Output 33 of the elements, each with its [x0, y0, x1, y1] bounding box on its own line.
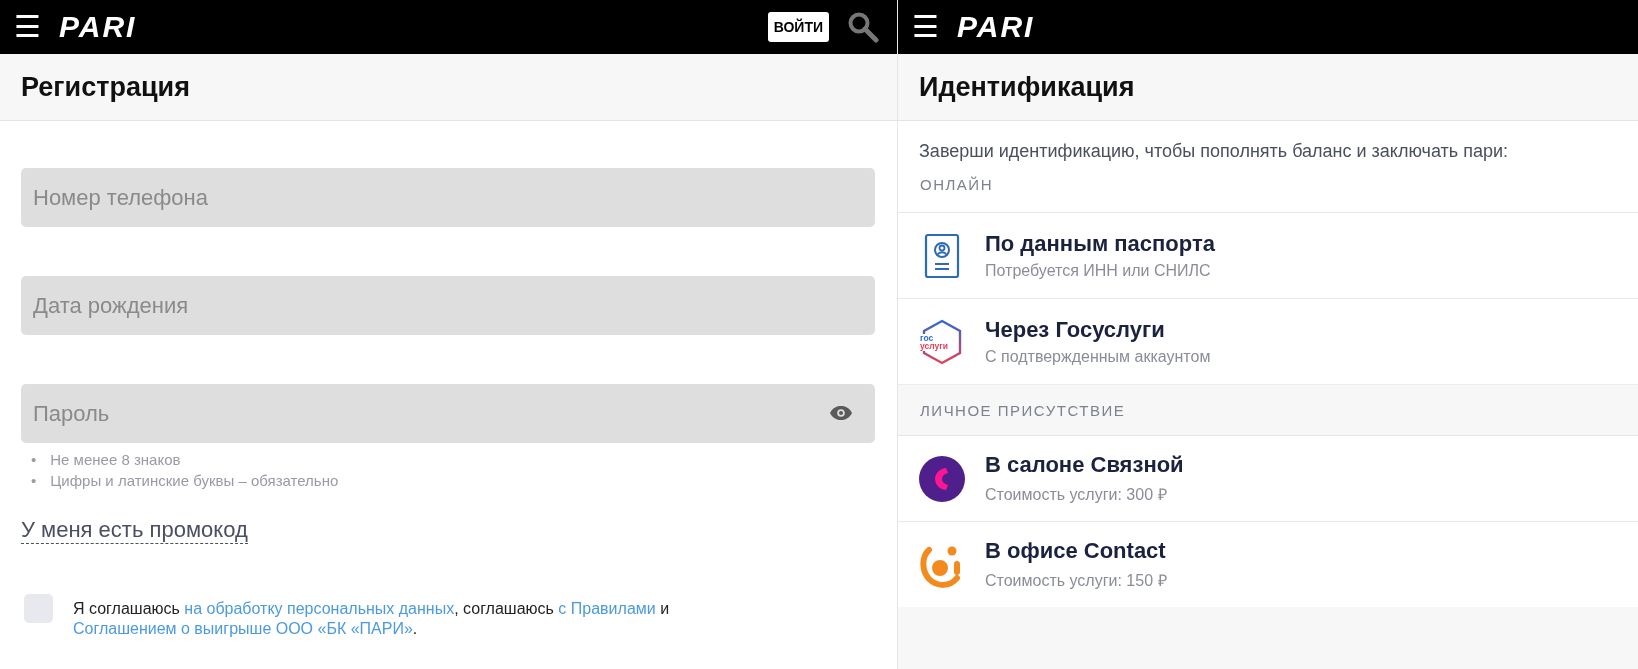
logo[interactable]: PARI [957, 11, 1035, 43]
section-heading: ЛИЧНОЕ ПРИСУТСТВИЕ [920, 401, 1126, 419]
input-field[interactable]: Дата рождения [21, 276, 875, 335]
password-hint: Цифры и латинские буквы – обязательно [50, 471, 339, 491]
menu-button[interactable]: ☰ [14, 12, 41, 42]
eye-icon[interactable] [829, 405, 853, 421]
search-icon[interactable] [847, 11, 879, 43]
menu-button[interactable]: ☰ [912, 12, 939, 42]
page-title: Идентификация [919, 71, 1135, 103]
method-title: По данным паспорта [985, 231, 1215, 257]
method-item[interactable]: По данным паспорта Потребуется ИНН или СНИЛС [898, 213, 1638, 298]
bullet: • [31, 471, 37, 491]
input-field[interactable]: Номер телефона [21, 168, 875, 227]
method-subtitle: Стоимость услуги: 300 ₽ [985, 485, 1168, 505]
method-title: В офисе Contact [985, 538, 1167, 564]
method-subtitle: С подтвержденным аккаунтом [985, 348, 1211, 366]
page-title: Регистрация [21, 71, 190, 103]
intro-text: Заверши идентификацию, чтобы пополнять баланс и заключать пари: [898, 121, 1638, 176]
method-title: В салоне Связной [985, 452, 1184, 478]
input-field[interactable]: Пароль [21, 384, 875, 443]
method-item[interactable]: В салоне Связной Стоимость услуги: 300 ₽ [898, 436, 1638, 521]
phone-handset-logo [919, 455, 965, 502]
method-subtitle: Потребуется ИНН или СНИЛС [985, 262, 1212, 280]
login-button[interactable]: ВОЙТИ [767, 12, 829, 42]
consent-text: Я соглашаюсь на обработку персональных данных, соглашаюсь с Правилами и Соглашением о выигрыше ООО «БК «ПАРИ». [73, 599, 671, 639]
method-subtitle: Стоимость услуги: 150 ₽ [985, 571, 1167, 591]
password-hint: Не менее 8 знаков [50, 450, 181, 470]
bullet: • [31, 450, 37, 470]
method-title: Через Госуслуги [985, 317, 1166, 343]
logo[interactable]: PARI [59, 11, 137, 43]
section-heading: ОНЛАЙН [920, 176, 993, 193]
promo-code-link[interactable]: У меня есть промокод [21, 517, 248, 544]
method-item[interactable]: В офисе Contact Стоимость услуги: 150 ₽ [898, 521, 1638, 607]
